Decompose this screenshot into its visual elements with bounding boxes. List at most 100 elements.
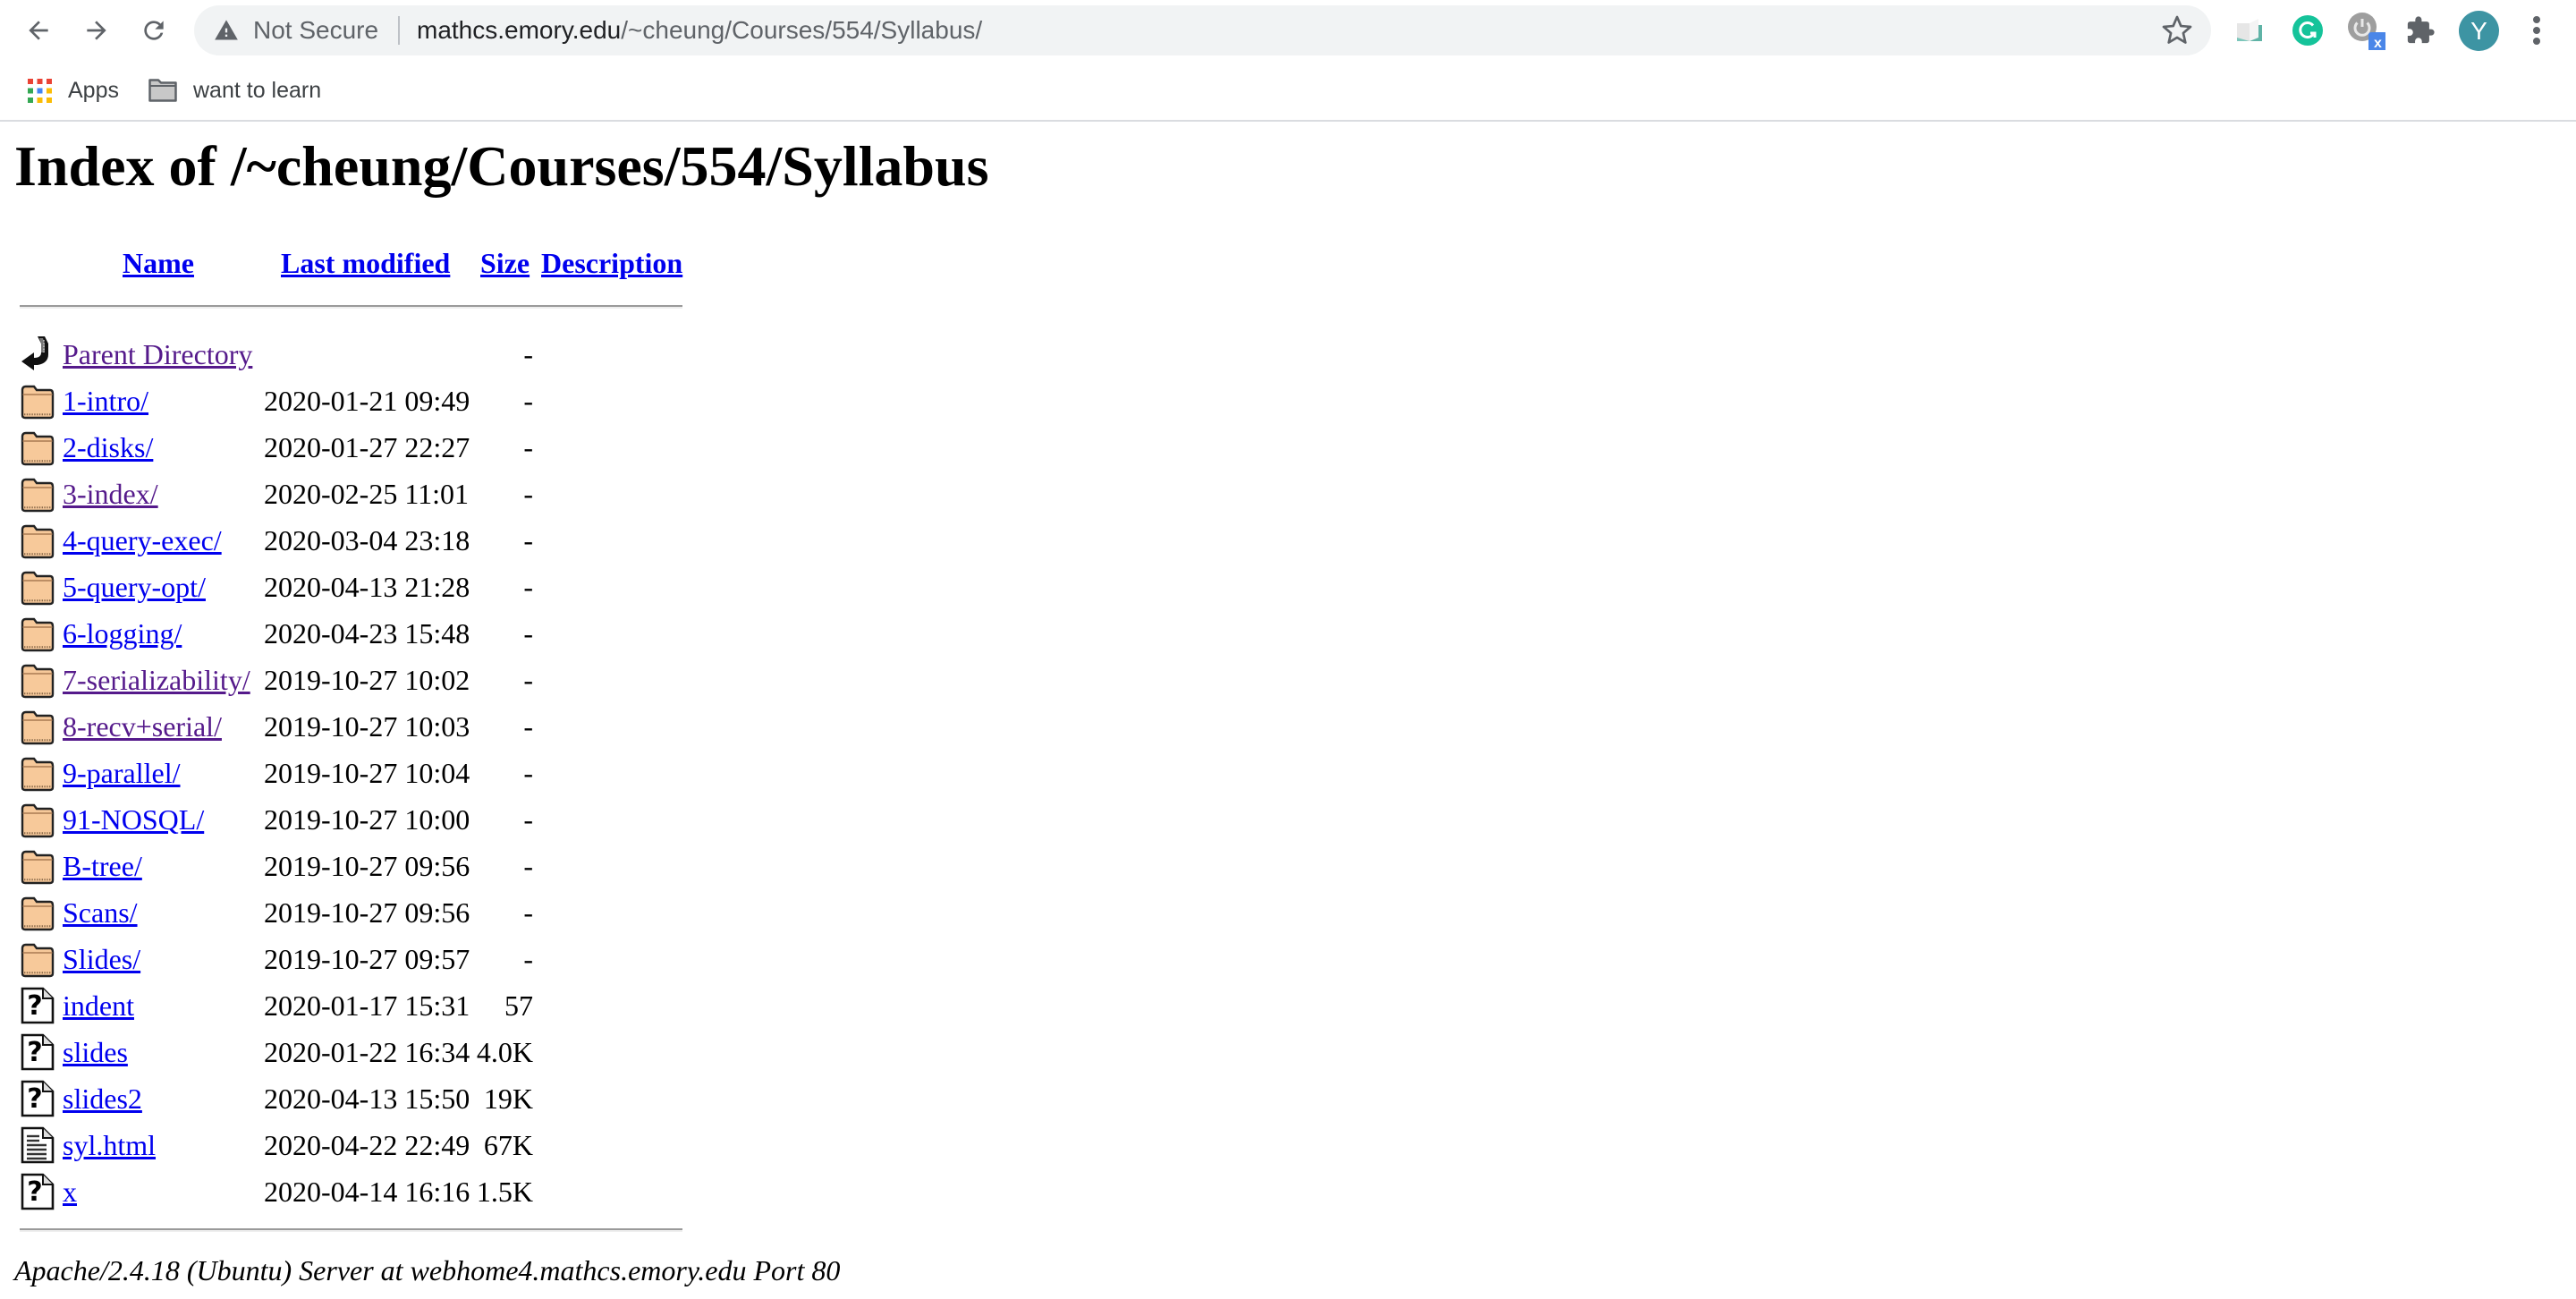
bookmark-label: want to learn bbox=[193, 77, 322, 103]
bookmark-apps[interactable]: Apps bbox=[28, 61, 119, 120]
file-link[interactable]: 9-parallel/ bbox=[63, 750, 180, 796]
table-row: 1-intro/2020-01-21 09:49 - bbox=[0, 378, 716, 424]
folder-icon[interactable] bbox=[20, 753, 55, 793]
file-link[interactable]: 5-query-opt/ bbox=[63, 564, 206, 610]
file-link[interactable]: Parent Directory bbox=[63, 331, 252, 378]
table-row: 6-logging/2020-04-23 15:48 - bbox=[0, 610, 716, 657]
kebab-menu-icon bbox=[2533, 16, 2540, 45]
folder-icon[interactable] bbox=[20, 474, 55, 514]
reader-extension-button[interactable] bbox=[2230, 11, 2269, 50]
folder-icon[interactable] bbox=[20, 521, 55, 560]
table-row: 7-serializability/2019-10-27 10:02 - bbox=[0, 657, 716, 703]
puzzle-extensions-icon bbox=[2407, 16, 2435, 44]
folder-icon[interactable] bbox=[20, 707, 55, 746]
sort-by-description-link[interactable]: Description bbox=[541, 243, 682, 283]
file-size: - bbox=[523, 617, 533, 650]
table-row: syl.html 2020-04-22 22:49 67K bbox=[0, 1122, 716, 1168]
file-size: 67K bbox=[483, 1129, 533, 1161]
folder-icon[interactable] bbox=[20, 428, 55, 467]
file-link[interactable]: 91-NOSQL/ bbox=[63, 796, 204, 843]
svg-text:?: ? bbox=[27, 1176, 42, 1208]
unknown-file-icon[interactable]: ? bbox=[20, 1172, 55, 1211]
star-icon[interactable] bbox=[2161, 14, 2193, 47]
file-link[interactable]: 2-disks/ bbox=[63, 424, 153, 471]
header-divider bbox=[20, 305, 682, 309]
table-row: 91-NOSQL/2019-10-27 10:00 - bbox=[0, 796, 716, 843]
bookmark-label: Apps bbox=[68, 77, 119, 103]
last-modified: 2020-01-21 09:49 bbox=[264, 385, 470, 417]
table-row: 9-parallel/2019-10-27 10:04 - bbox=[0, 750, 716, 796]
file-link[interactable]: syl.html bbox=[63, 1122, 156, 1168]
file-size: 19K bbox=[483, 1082, 533, 1115]
address-bar[interactable]: Not Secure mathcs.emory.edu/~cheung/Cour… bbox=[194, 5, 2211, 55]
apps-grid-icon bbox=[28, 78, 52, 103]
bookmark-folder-want-to-learn[interactable]: want to learn bbox=[148, 61, 321, 120]
file-size: - bbox=[523, 943, 533, 975]
file-link[interactable]: 8-recv+serial/ bbox=[63, 703, 222, 750]
file-link[interactable]: 7-serializability/ bbox=[63, 657, 250, 703]
unknown-file-icon[interactable]: ? bbox=[20, 986, 55, 1025]
folder-icon[interactable] bbox=[20, 660, 55, 700]
reload-button[interactable] bbox=[134, 11, 174, 50]
folder-icon[interactable] bbox=[20, 567, 55, 607]
file-link[interactable]: Scans/ bbox=[63, 889, 138, 936]
file-link[interactable]: indent bbox=[63, 982, 134, 1029]
file-size: 57 bbox=[504, 989, 533, 1022]
file-link[interactable]: 3-index/ bbox=[63, 471, 158, 517]
last-modified: 2020-04-14 16:16 bbox=[264, 1176, 470, 1208]
profile-avatar[interactable]: Y bbox=[2459, 11, 2499, 51]
file-link[interactable]: 1-intro/ bbox=[63, 378, 148, 424]
sort-by-last-modified-link[interactable]: Last modified bbox=[281, 243, 450, 283]
table-row: Parent Directory - bbox=[0, 331, 716, 378]
file-link[interactable]: B-tree/ bbox=[63, 843, 142, 889]
last-modified: 2019-10-27 10:03 bbox=[264, 710, 470, 743]
extensions-button[interactable] bbox=[2401, 11, 2440, 50]
file-size: - bbox=[523, 664, 533, 696]
sort-by-name-link[interactable]: Name bbox=[123, 243, 194, 283]
parent-directory-icon[interactable] bbox=[20, 335, 55, 374]
last-modified: 2019-10-27 09:57 bbox=[264, 943, 470, 975]
url-text[interactable]: mathcs.emory.edu/~cheung/Courses/554/Syl… bbox=[417, 5, 982, 55]
last-modified: 2020-01-17 15:31 bbox=[264, 989, 470, 1022]
last-modified: 2020-04-13 21:28 bbox=[264, 571, 470, 603]
back-button[interactable] bbox=[19, 11, 58, 50]
file-link[interactable]: x bbox=[63, 1168, 77, 1215]
page-title: Index of /~cheung/Courses/554/Syllabus bbox=[14, 134, 989, 198]
folder-icon[interactable] bbox=[20, 381, 55, 420]
file-link[interactable]: slides bbox=[63, 1029, 128, 1075]
unknown-file-icon[interactable]: ? bbox=[20, 1079, 55, 1118]
text-file-icon[interactable] bbox=[20, 1125, 55, 1165]
folder-icon[interactable] bbox=[20, 800, 55, 839]
grammarly-button[interactable] bbox=[2288, 11, 2327, 50]
power-extension-button[interactable]: x bbox=[2346, 11, 2385, 50]
last-modified: 2020-01-27 22:27 bbox=[264, 431, 470, 463]
folder-icon[interactable] bbox=[20, 846, 55, 886]
file-size: - bbox=[523, 478, 533, 510]
folder-icon[interactable] bbox=[20, 893, 55, 932]
table-row: 8-recv+serial/2019-10-27 10:03 - bbox=[0, 703, 716, 750]
folder-icon[interactable] bbox=[20, 939, 55, 979]
warning-triangle-icon[interactable] bbox=[214, 18, 239, 43]
last-modified: 2019-10-27 10:02 bbox=[264, 664, 470, 696]
reader-extension-icon bbox=[2237, 19, 2262, 41]
unknown-file-icon[interactable]: ? bbox=[20, 1032, 55, 1072]
forward-button[interactable] bbox=[77, 11, 116, 50]
folder-icon[interactable] bbox=[20, 614, 55, 653]
file-link[interactable]: 4-query-exec/ bbox=[63, 517, 222, 564]
table-row: Scans/2019-10-27 09:56 - bbox=[0, 889, 716, 936]
file-link[interactable]: 6-logging/ bbox=[63, 610, 182, 657]
file-size: - bbox=[523, 571, 533, 603]
sort-by-size-link[interactable]: Size bbox=[480, 243, 530, 283]
svg-text:x: x bbox=[2374, 36, 2382, 50]
last-modified: 2019-10-27 10:00 bbox=[264, 803, 470, 836]
bookmarks-bar: Apps want to learn bbox=[0, 61, 2576, 122]
security-label[interactable]: Not Secure bbox=[253, 5, 378, 55]
table-row: ? slides 2020-01-22 16:34 4.0K bbox=[0, 1029, 716, 1075]
svg-text:?: ? bbox=[27, 990, 42, 1022]
last-modified: 2020-02-25 11:01 bbox=[264, 478, 470, 510]
browser-menu-button[interactable] bbox=[2517, 11, 2556, 50]
file-link[interactable]: Slides/ bbox=[63, 936, 140, 982]
last-modified: 2020-01-22 16:34 bbox=[264, 1036, 470, 1068]
file-size: - bbox=[523, 338, 533, 370]
file-link[interactable]: slides2 bbox=[63, 1075, 142, 1122]
